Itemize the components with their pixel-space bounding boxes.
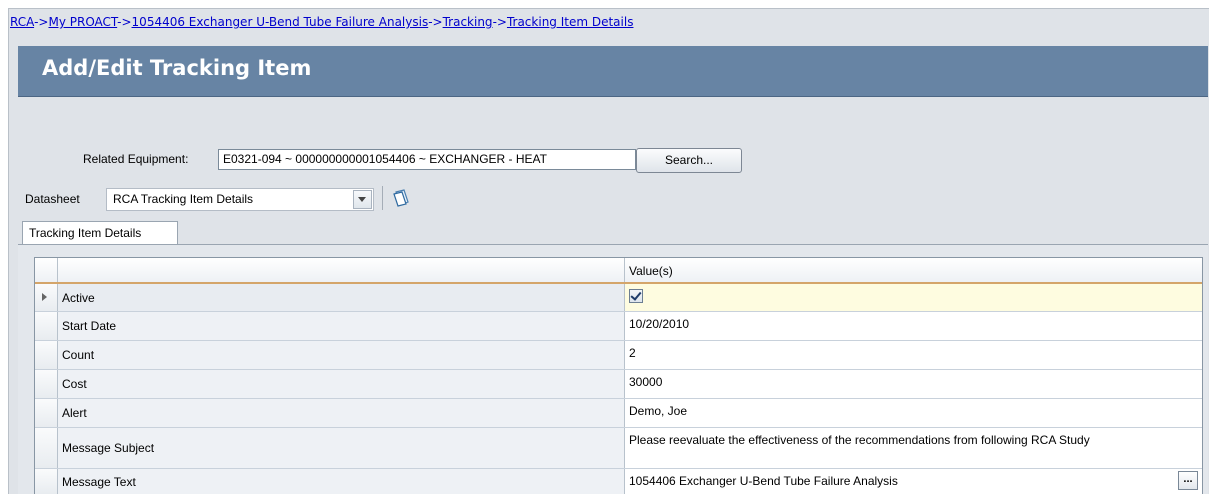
- field-name-label: Alert: [62, 406, 87, 420]
- field-value: Please reevaluate the effectiveness of t…: [629, 433, 1090, 447]
- field-name-label: Start Date: [62, 319, 117, 333]
- field-name-header: [58, 258, 625, 282]
- row-selector[interactable]: [35, 469, 58, 494]
- field-value-cell[interactable]: [625, 284, 1202, 311]
- field-value-cell[interactable]: 30000: [625, 370, 1202, 398]
- grid-row-message-subject[interactable]: Message Subject Please reevaluate the ef…: [35, 428, 1202, 469]
- field-name-cell: Message Text: [58, 469, 625, 494]
- field-value-cell[interactable]: Demo, Joe: [625, 399, 1202, 427]
- grid-row-start-date[interactable]: Start Date 10/20/2010: [35, 312, 1202, 341]
- row-selector[interactable]: [35, 341, 58, 369]
- field-name-cell: Cost: [58, 370, 625, 398]
- page-title: Add/Edit Tracking Item: [42, 56, 312, 80]
- row-selector[interactable]: [35, 428, 58, 468]
- field-value: Demo, Joe: [629, 404, 688, 418]
- field-value-cell[interactable]: 1054406 Exchanger U-Bend Tube Failure An…: [625, 469, 1202, 494]
- datasheet-document-icon[interactable]: [391, 188, 413, 208]
- breadcrumb-link-analysis[interactable]: 1054406 Exchanger U-Bend Tube Failure An…: [132, 15, 429, 29]
- field-name-cell: Message Subject: [58, 428, 625, 468]
- search-button[interactable]: Search...: [636, 148, 742, 173]
- chevron-down-icon[interactable]: [353, 190, 372, 209]
- field-name-cell: Count: [58, 341, 625, 369]
- value-column-header[interactable]: Value(s): [625, 258, 1202, 282]
- field-value-cell[interactable]: 2: [625, 341, 1202, 369]
- field-name-label: Message Text: [62, 474, 136, 489]
- row-selector-header: [35, 258, 58, 282]
- datasheet-selected-value: RCA Tracking Item Details: [113, 192, 254, 206]
- message-text-ellipsis-button[interactable]: ...: [1178, 471, 1198, 490]
- details-grid: Value(s) Active Start Date 10/20/2010 Co…: [34, 257, 1203, 494]
- current-row-pointer-icon: [42, 293, 47, 301]
- field-value: 2: [629, 346, 636, 360]
- row-selector[interactable]: [35, 399, 58, 427]
- field-name-cell: Alert: [58, 399, 625, 427]
- breadcrumb-separator: ->: [492, 15, 507, 29]
- related-equipment-label: Related Equipment:: [83, 152, 189, 166]
- breadcrumb: RCA->My PROACT->1054406 Exchanger U-Bend…: [10, 15, 633, 29]
- grid-row-alert[interactable]: Alert Demo, Joe: [35, 399, 1202, 428]
- field-value-cell[interactable]: 10/20/2010: [625, 312, 1202, 340]
- breadcrumb-separator: ->: [34, 15, 49, 29]
- field-value-cell[interactable]: Please reevaluate the effectiveness of t…: [625, 428, 1202, 468]
- breadcrumb-link-tracking[interactable]: Tracking: [443, 15, 493, 29]
- grid-row-message-text[interactable]: Message Text 1054406 Exchanger U-Bend Tu…: [35, 469, 1202, 494]
- datasheet-select[interactable]: RCA Tracking Item Details: [106, 188, 374, 211]
- row-selector[interactable]: [35, 284, 58, 311]
- grid-row-cost[interactable]: Cost 30000: [35, 370, 1202, 399]
- toolbar-divider: [382, 186, 383, 210]
- row-selector[interactable]: [35, 312, 58, 340]
- breadcrumb-link-tracking-item-details[interactable]: Tracking Item Details: [507, 15, 634, 29]
- page-header: Add/Edit Tracking Item: [18, 46, 1208, 97]
- active-checkbox[interactable]: [629, 289, 643, 303]
- field-name-label: Cost: [62, 377, 87, 391]
- value-column-header-label: Value(s): [629, 264, 673, 278]
- breadcrumb-separator: ->: [428, 15, 443, 29]
- tab-tracking-item-details[interactable]: Tracking Item Details: [22, 221, 178, 244]
- field-name-label: Active: [62, 290, 95, 305]
- field-value: 10/20/2010: [629, 317, 690, 331]
- breadcrumb-link-my-proact[interactable]: My PROACT: [48, 15, 117, 29]
- field-name-cell: Start Date: [58, 312, 625, 340]
- grid-header-row: Value(s): [35, 258, 1202, 284]
- grid-row-count[interactable]: Count 2: [35, 341, 1202, 370]
- row-selector[interactable]: [35, 370, 58, 398]
- related-equipment-field[interactable]: E0321-094 ~ 000000000001054406 ~ EXCHANG…: [218, 149, 636, 170]
- field-name-label: Count: [62, 348, 95, 362]
- breadcrumb-link-rca[interactable]: RCA: [10, 15, 34, 29]
- field-value: 30000: [629, 375, 663, 389]
- datasheet-label: Datasheet: [25, 192, 80, 206]
- field-value: 1054406 Exchanger U-Bend Tube Failure An…: [629, 474, 898, 488]
- breadcrumb-separator: ->: [117, 15, 132, 29]
- field-name-label: Message Subject: [62, 441, 155, 455]
- grid-row-active[interactable]: Active: [35, 284, 1202, 312]
- field-name-cell: Active: [58, 284, 625, 311]
